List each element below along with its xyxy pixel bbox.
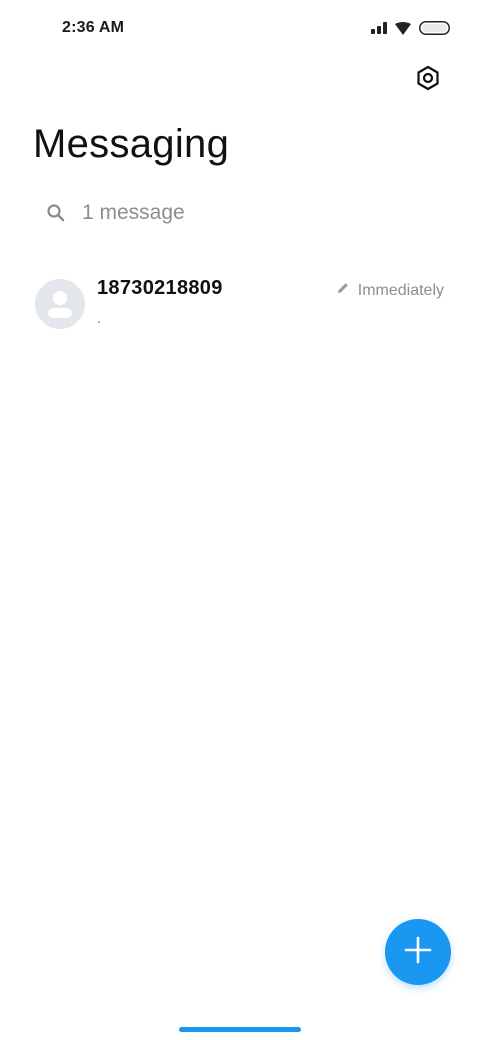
person-icon [35, 291, 85, 329]
conversation-name: 18730218809 [97, 277, 223, 299]
home-indicator[interactable] [179, 1027, 301, 1032]
avatar [35, 279, 85, 329]
search-placeholder: 1 message [82, 201, 185, 224]
pencil-icon [336, 281, 350, 300]
status-time: 2:36 AM [62, 19, 125, 36]
battery-icon [419, 21, 450, 35]
status-icons [371, 19, 450, 37]
signal-icon [371, 22, 387, 34]
search-input[interactable]: 1 message [34, 190, 446, 236]
plus-icon [404, 936, 432, 969]
conversation-item[interactable]: 18730218809 . Immediately [0, 264, 480, 344]
conversation-meta: Immediately [336, 281, 444, 300]
page-title: Messaging [33, 122, 230, 166]
status-bar: 2:36 AM [0, 0, 480, 56]
conversation-time: Immediately [357, 281, 444, 299]
settings-hexagon-icon [415, 65, 441, 96]
wifi-icon [395, 21, 411, 35]
settings-button[interactable] [410, 62, 446, 98]
conversation-preview: . [97, 310, 102, 327]
new-message-button[interactable] [385, 919, 451, 985]
search-icon [34, 203, 78, 223]
